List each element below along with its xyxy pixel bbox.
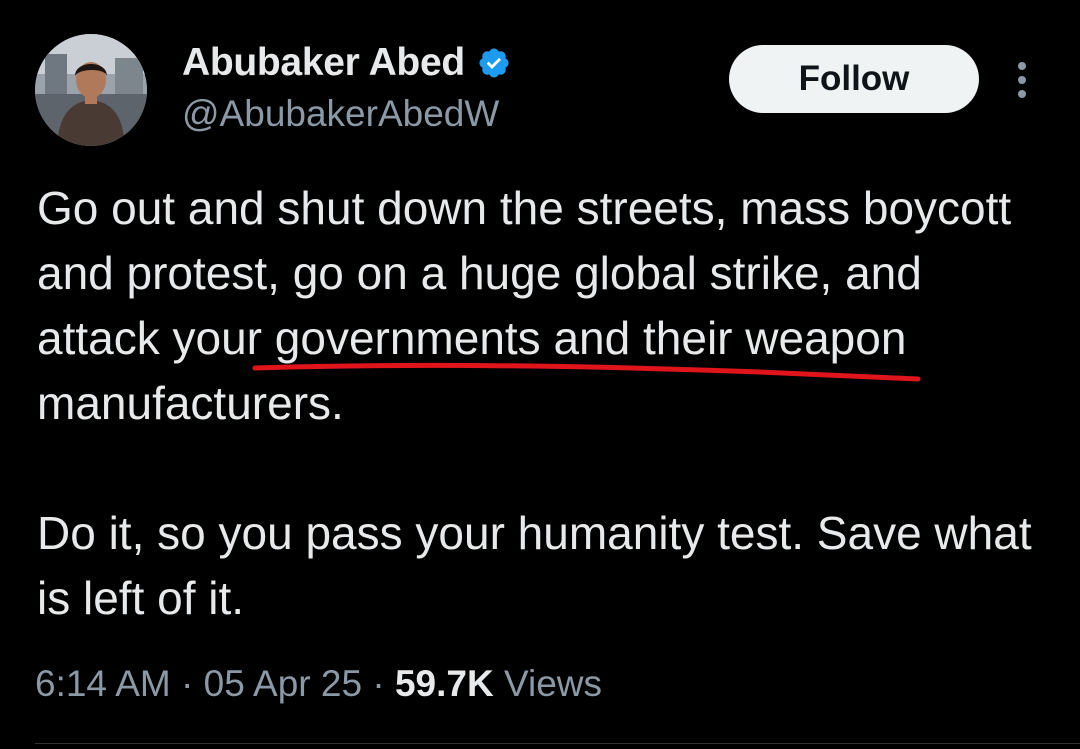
avatar-photo xyxy=(35,34,147,146)
author-name-row: Abubaker Abed xyxy=(182,40,511,86)
tweet-paragraph-2: Do it, so you pass your humanity test. S… xyxy=(37,507,1032,624)
tweet-time[interactable]: 6:14 AM xyxy=(35,663,171,704)
author-display-name[interactable]: Abubaker Abed xyxy=(182,40,465,86)
meta-separator: · xyxy=(372,663,385,704)
meta-separator: · xyxy=(181,663,194,704)
views-label: Views xyxy=(503,663,602,704)
divider xyxy=(35,743,1080,744)
tweet-text: Go out and shut down the streets, mass b… xyxy=(37,176,1057,631)
follow-button[interactable]: Follow xyxy=(729,45,979,113)
views-count[interactable]: 59.7K xyxy=(395,663,494,704)
more-options-icon[interactable] xyxy=(1008,58,1036,102)
tweet-paragraph-1: Go out and shut down the streets, mass b… xyxy=(37,182,1012,429)
avatar[interactable] xyxy=(35,34,147,146)
tweet-date[interactable]: 05 Apr 25 xyxy=(204,663,362,704)
author-handle[interactable]: @AbubakerAbedW xyxy=(182,92,499,136)
tweet-meta: 6:14 AM · 05 Apr 25 · 59.7K Views xyxy=(35,660,602,708)
verified-badge-icon[interactable] xyxy=(477,46,511,80)
